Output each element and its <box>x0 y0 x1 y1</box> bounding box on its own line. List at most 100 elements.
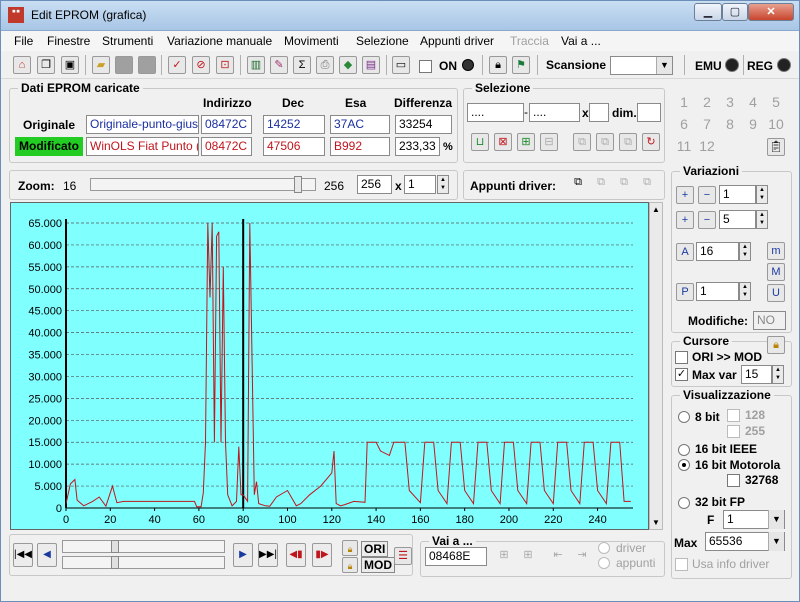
appunti-clear-icon[interactable]: ⧉ <box>638 174 656 192</box>
set-p-icon[interactable]: P <box>676 283 694 301</box>
eprom-chart[interactable]: 0 5.000 10.000 15.000 20.000 25.000 30.000 35.0… <box>10 202 649 530</box>
num-button-8[interactable]: 8 <box>719 116 741 136</box>
shapes-icon[interactable]: ◆ <box>339 56 357 74</box>
mod-lock-icon[interactable]: 🔒︎ <box>342 557 358 573</box>
num-button-4[interactable]: 4 <box>742 94 764 114</box>
paste-sel-icon[interactable]: ⧉ <box>596 133 614 151</box>
radio-8bit[interactable] <box>678 411 690 423</box>
graph-icon[interactable]: ▤ <box>362 56 380 74</box>
driver-left-icon[interactable]: ⇤ <box>549 547 567 565</box>
max-chevron-down-icon[interactable]: ▼ <box>768 532 784 551</box>
originale-esa-field[interactable]: 37AC <box>330 115 390 134</box>
ori-mod-checkbox[interactable] <box>675 351 688 364</box>
on-checkbox[interactable] <box>419 60 432 73</box>
modificato-name-field[interactable]: WinOLS Fiat Punto (DI <box>86 137 199 156</box>
set-a-icon[interactable]: A <box>676 243 694 261</box>
radio-16bit-motorola[interactable] <box>678 459 690 471</box>
chart-vertical-scrollbar[interactable]: ▲ ▼ <box>649 202 663 530</box>
next-diff-icon[interactable]: ▮▶ <box>312 543 332 567</box>
position-slider-1-thumb[interactable] <box>111 540 119 553</box>
variazione-2-field[interactable]: 5 <box>719 210 756 229</box>
menu-finestre[interactable]: Finestre <box>47 34 90 48</box>
zoom-slider-track[interactable] <box>90 176 316 193</box>
zoom-value-field[interactable]: 256 <box>357 175 392 194</box>
appunti-paste-icon[interactable]: ⧉ <box>592 174 610 192</box>
zoom-slider-thumb[interactable] <box>294 176 303 193</box>
wand-icon[interactable]: ✎ <box>270 56 288 74</box>
variazione-1-spinner[interactable]: ▲ ▼ <box>756 185 768 204</box>
m-small-icon[interactable]: m <box>767 242 785 260</box>
print-icon[interactable]: ⎙ <box>316 56 334 74</box>
usa-info-checkbox[interactable] <box>675 558 688 571</box>
select-all-icon[interactable]: ⊞ <box>517 133 535 151</box>
originale-diff-field[interactable]: 33254 <box>395 115 452 134</box>
calc-icon[interactable]: ⊡ <box>216 56 234 74</box>
menu-traccia[interactable]: Traccia <box>510 34 549 48</box>
ori-button[interactable]: ORI <box>361 541 389 557</box>
last-icon[interactable]: ▶▶| <box>258 543 278 567</box>
minus-one-icon[interactable]: − <box>698 186 716 204</box>
modificato-indirizzo-field[interactable]: 08472C <box>201 137 252 156</box>
selezione-to-field[interactable]: .... <box>529 103 580 122</box>
selezione-from-field[interactable]: .... <box>467 103 524 122</box>
menu-variazione-manuale[interactable]: Variazione manuale <box>167 34 272 48</box>
display-icon[interactable]: ▭ <box>392 56 410 74</box>
select-start-icon[interactable]: ⊔ <box>471 133 489 151</box>
checkbox-128[interactable] <box>727 409 740 422</box>
save-as-icon[interactable] <box>138 56 156 74</box>
cursore-lock-icon[interactable]: 🔒︎ <box>767 336 785 354</box>
plus-five-icon[interactable]: + <box>676 211 694 229</box>
variazione-4-field[interactable]: 1 <box>696 282 739 301</box>
num-button-1[interactable]: 1 <box>673 94 695 114</box>
menu-vai-a[interactable]: Vai a ... <box>561 34 601 48</box>
num-button-7[interactable]: 7 <box>696 116 718 136</box>
plus-one-icon[interactable]: + <box>676 186 694 204</box>
originale-name-field[interactable]: Originale-punto-giusep <box>86 115 199 134</box>
edit-check-icon[interactable]: ✓ <box>168 56 186 74</box>
compare-icon[interactable]: ⊘ <box>192 56 210 74</box>
radio-appunti[interactable] <box>598 557 610 569</box>
minus-five-icon[interactable]: − <box>698 211 716 229</box>
open-folder-icon[interactable]: ▰ <box>92 56 110 74</box>
vai-a-field[interactable]: 08468E <box>425 547 487 566</box>
num-button-3[interactable]: 3 <box>719 94 741 114</box>
next-icon[interactable]: ▶ <box>233 543 253 567</box>
mod-button[interactable]: MOD <box>361 557 395 573</box>
menu-selezione[interactable]: Selezione <box>356 34 409 48</box>
maximize-button[interactable]: ▢ <box>722 3 748 21</box>
num-button-9[interactable]: 9 <box>742 116 764 136</box>
scansione-select[interactable]: ▼ <box>610 56 673 75</box>
num-button-12[interactable]: 12 <box>696 138 718 158</box>
go-mod-icon[interactable]: ⊞ <box>519 547 537 565</box>
reg-indicator-icon[interactable] <box>777 58 791 72</box>
clipboard-icon[interactable]: 📋︎ <box>767 138 785 156</box>
appunti-copy-icon[interactable]: ⧉ <box>569 174 587 192</box>
select-clear-icon[interactable]: ⊠ <box>494 133 512 151</box>
home-icon[interactable]: ⌂ <box>13 56 31 74</box>
sigma-icon[interactable]: Σ <box>293 56 311 74</box>
lock-icon[interactable]: 🔒︎ <box>489 56 507 74</box>
minimize-button[interactable]: ▁ <box>694 3 722 21</box>
num-button-10[interactable]: 10 <box>765 116 787 136</box>
undo-sel-icon[interactable]: ↻ <box>642 133 660 151</box>
modificato-diff-field[interactable]: 233,33 <box>395 137 440 156</box>
zoom-mult-spinner[interactable]: ▲ ▼ <box>437 175 449 194</box>
m-big-icon[interactable]: M <box>767 263 785 281</box>
radio-32bit-fp[interactable] <box>678 497 690 509</box>
f-chevron-down-icon[interactable]: ▼ <box>768 510 784 529</box>
windows-icon[interactable]: ❐ <box>37 56 55 74</box>
driver-right-icon[interactable]: ⇥ <box>573 547 591 565</box>
save-icon[interactable] <box>115 56 133 74</box>
variazione-1-field[interactable]: 1 <box>719 185 756 204</box>
position-slider-2-thumb[interactable] <box>111 556 119 569</box>
calculator-icon[interactable]: ▥ <box>247 56 265 74</box>
go-ori-icon[interactable]: ⊞ <box>495 547 513 565</box>
scroll-up-icon[interactable]: ▲ <box>652 205 660 214</box>
variazione-2-spinner[interactable]: ▲ ▼ <box>756 210 768 229</box>
modificato-esa-field[interactable]: B992 <box>330 137 390 156</box>
copy-sel-icon[interactable]: ⧉ <box>573 133 591 151</box>
first-icon[interactable]: |◀◀ <box>13 543 33 567</box>
modificato-dec-field[interactable]: 47506 <box>263 137 325 156</box>
prev-diff-icon[interactable]: ◀▮ <box>286 543 306 567</box>
num-button-2[interactable]: 2 <box>696 94 718 114</box>
